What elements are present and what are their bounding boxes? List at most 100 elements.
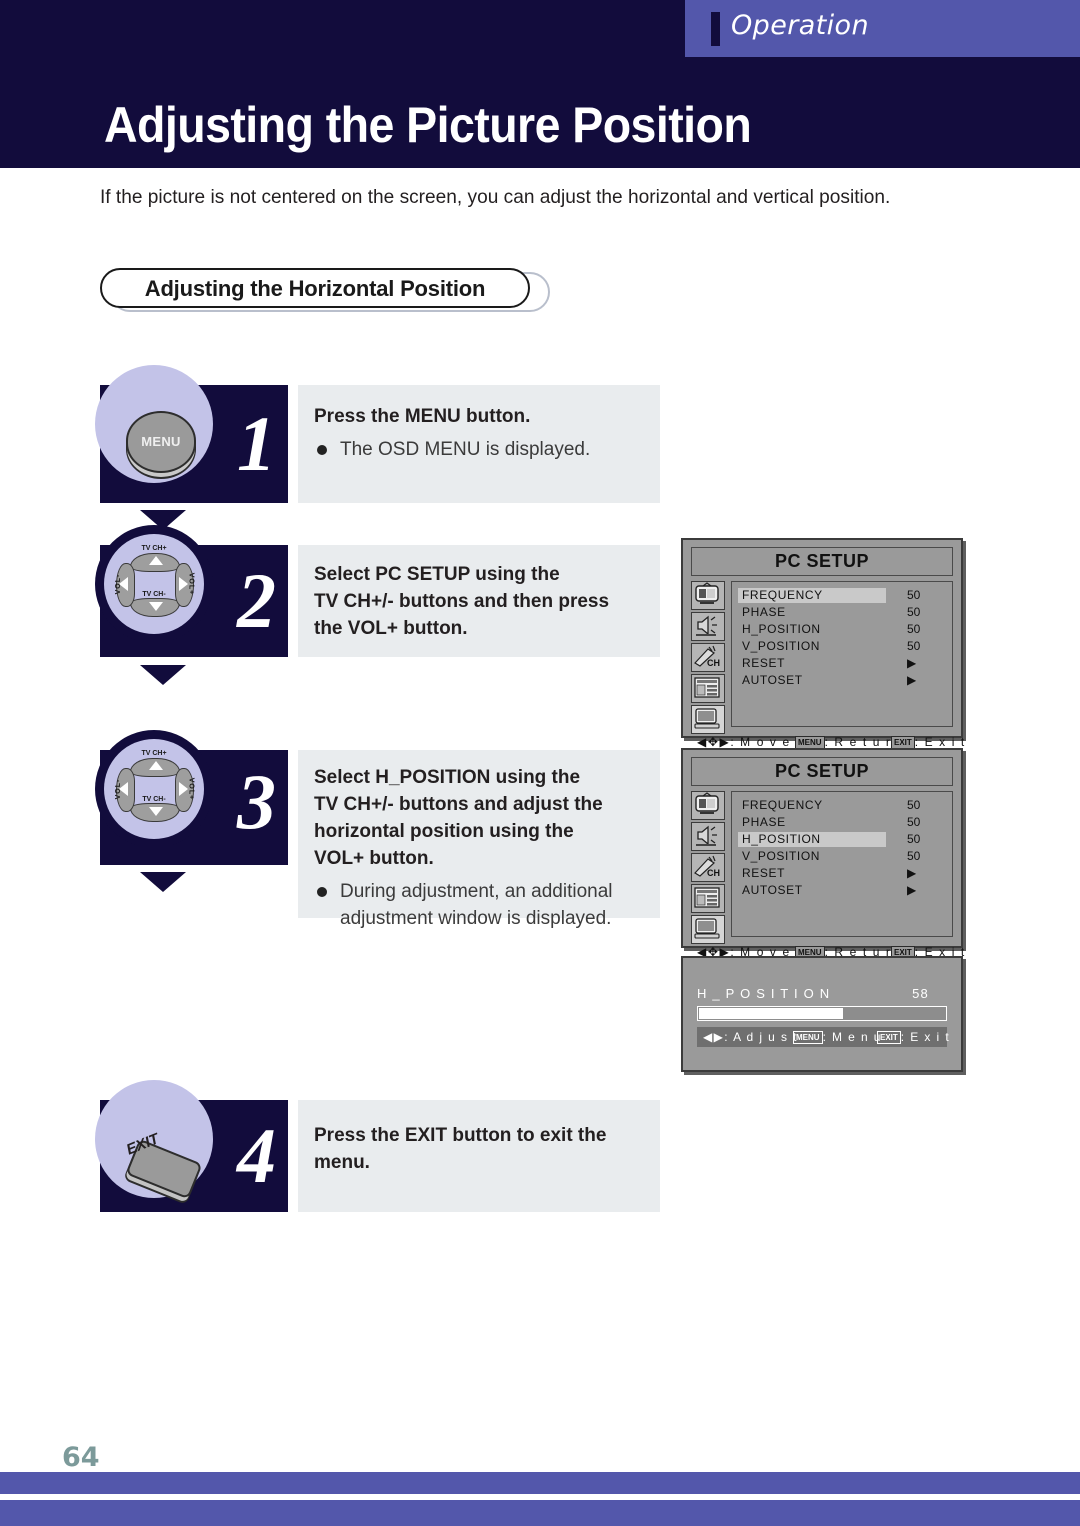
step-2-badge: TV CH+ TV CH- VOL- VOL+ 2 xyxy=(95,525,288,657)
osd-2-row-name-5: AUTOSET xyxy=(742,883,803,897)
navpad-right-label-2: VOL+ xyxy=(187,777,195,801)
function-icon-2[interactable] xyxy=(691,884,725,913)
adjust-inner: H _ P O S I T I O N 58 ◀▶: A d j u s t M… xyxy=(697,986,950,1047)
pc-icon-2[interactable] xyxy=(691,915,725,944)
osd-1-row-hposition[interactable]: H_POSITION 50 xyxy=(732,621,952,638)
speaker-icon-2[interactable] xyxy=(691,822,725,851)
adjust-hint: ◀▶: A d j u s t xyxy=(703,1027,798,1047)
step-1-bullet: The OSD MENU is displayed. xyxy=(314,436,644,463)
navpad-down-label: TV CH- xyxy=(142,591,166,598)
pc-icon[interactable] xyxy=(691,705,725,734)
osd-1-row-phase[interactable]: PHASE 50 xyxy=(732,604,952,621)
osd-window-adjust-hposition: H _ P O S I T I O N 58 ◀▶: A d j u s t M… xyxy=(681,956,963,1072)
tv-icon[interactable] xyxy=(691,581,725,610)
step-arrow-3-to-4 xyxy=(140,872,186,892)
step-1-badge: MENU 1 xyxy=(95,365,288,503)
menu-button-label: MENU xyxy=(141,434,181,449)
osd-1-exit-label: : E x i t xyxy=(914,735,966,749)
step-3-heading-line-1: Select H_POSITION using the xyxy=(314,767,581,788)
osd-2-row-arrow-4: ▶ xyxy=(907,866,917,880)
osd-2-row-phase[interactable]: PHASE 50 xyxy=(732,814,952,831)
osd-1-row-name-5: AUTOSET xyxy=(742,673,803,687)
step-1-heading: Press the MENU button. xyxy=(314,406,531,427)
osd-1-row-name-4: RESET xyxy=(742,656,786,670)
channel-icon-2[interactable]: CH xyxy=(691,853,725,882)
osd-2-row-hposition[interactable]: H_POSITION 50 xyxy=(732,831,952,848)
navpad-down-arrow-icon-2 xyxy=(149,807,163,816)
osd-1-row-reset[interactable]: RESET ▶ xyxy=(732,655,952,672)
osd-2-row-vposition[interactable]: V_POSITION 50 xyxy=(732,848,952,865)
operation-accent-bar xyxy=(711,12,720,46)
osd-2-row-autoset[interactable]: AUTOSET ▶ xyxy=(732,882,952,899)
osd-2-row-reset[interactable]: RESET ▶ xyxy=(732,865,952,882)
operation-tab-label: Operation xyxy=(731,10,869,41)
step-3-bullet-text-2: adjustment window is displayed. xyxy=(340,908,612,929)
exit-button-icon[interactable]: EXIT xyxy=(120,1118,204,1200)
speaker-icon[interactable] xyxy=(691,612,725,641)
navigation-pad-icon[interactable]: TV CH+ TV CH- VOL- VOL+ xyxy=(95,525,213,643)
navpad-up-arrow-icon-2 xyxy=(149,761,163,770)
step-4-badge: EXIT 4 xyxy=(95,1080,288,1212)
osd-2-row-value-1: 50 xyxy=(907,815,921,829)
adjust-hint-label: : A d j u s t xyxy=(724,1030,798,1044)
osd-1-row-name-0: FREQUENCY xyxy=(742,588,823,602)
osd-2-row-name-4: RESET xyxy=(742,866,786,880)
navpad-left-label: VOL- xyxy=(114,573,122,595)
exit-keycap-icon: EXIT xyxy=(891,735,915,749)
adjust-menu-label: : M e n u xyxy=(822,1030,882,1044)
move-keys-icon: ◀✥▶ xyxy=(697,735,731,749)
osd-2-row-name-2: H_POSITION xyxy=(742,832,821,846)
section-heading-pill: Adjusting the Horizontal Position xyxy=(100,268,550,312)
step-2-heading-line-1: Select PC SETUP using the xyxy=(314,564,560,585)
menu-button-icon[interactable]: MENU xyxy=(126,411,196,473)
adjust-slider-track[interactable] xyxy=(697,1006,947,1021)
step-2-heading-line-3: the VOL+ button. xyxy=(314,618,468,639)
osd-2-list: FREQUENCY 50 PHASE 50 H_POSITION 50 V_PO… xyxy=(731,791,953,937)
step-3-bullet-text-1: During adjustment, an additional xyxy=(340,881,613,902)
navpad-right-arrow-icon xyxy=(179,577,188,591)
function-icon[interactable] xyxy=(691,674,725,703)
tv-icon-2[interactable] xyxy=(691,791,725,820)
osd-2-row-value-0: 50 xyxy=(907,798,921,812)
adjust-label-row: H _ P O S I T I O N 58 xyxy=(697,986,947,1006)
adjust-keys-icon: ◀▶ xyxy=(703,1030,725,1044)
osd-window-pc-setup-2: PC SETUP CH FREQUENCY 50 PHASE 50 H_POSI… xyxy=(681,748,964,959)
navpad-right-arrow-icon-2 xyxy=(179,782,188,796)
osd-1-row-name-2: H_POSITION xyxy=(742,622,821,636)
step-3-heading-line-3: horizontal position using the xyxy=(314,821,574,842)
page-number: 64 xyxy=(62,1442,100,1473)
menu-keycap-icon-3: MENU xyxy=(793,1030,823,1044)
osd-1-row-vposition[interactable]: V_POSITION 50 xyxy=(732,638,952,655)
step-4-heading-line-2: menu. xyxy=(314,1152,370,1173)
osd-2-icon-rail: CH xyxy=(691,791,725,946)
step-1: MENU 1 Press the MENU button. The OSD ME… xyxy=(95,365,660,503)
exit-keycap-icon-3: EXIT xyxy=(877,1030,901,1044)
osd-2-row-name-0: FREQUENCY xyxy=(742,798,823,812)
adjust-footer: ◀▶: A d j u s t MENU: M e n u EXIT: E x … xyxy=(697,1027,950,1047)
adjust-slider-fill xyxy=(699,1008,843,1019)
adjust-exit-hint: EXIT: E x i t xyxy=(877,1027,950,1047)
navpad-up-arrow-icon xyxy=(149,556,163,565)
osd-1-row-autoset[interactable]: AUTOSET ▶ xyxy=(732,672,952,689)
step-1-bullets: The OSD MENU is displayed. xyxy=(314,436,644,463)
step-2: TV CH+ TV CH- VOL- VOL+ 2 Select PC SETU… xyxy=(95,525,660,657)
osd-1-icon-rail: CH xyxy=(691,581,725,736)
adjust-value: 58 xyxy=(912,986,929,1001)
step-4-body: Press the EXIT button to exit the menu. xyxy=(298,1100,660,1212)
navigation-pad-icon-2[interactable]: TV CH+ TV CH- VOL- VOL+ xyxy=(95,730,213,848)
navpad-left-label-2: VOL- xyxy=(114,778,122,800)
page-title: Adjusting the Picture Position xyxy=(104,97,752,153)
osd-2-row-name-1: PHASE xyxy=(742,815,786,829)
pill-inner-border: Adjusting the Horizontal Position xyxy=(100,268,530,308)
channel-icon[interactable]: CH xyxy=(691,643,725,672)
osd-2-row-value-3: 50 xyxy=(907,849,921,863)
osd-1-row-value-0: 50 xyxy=(907,588,921,602)
osd-2-row-name-3: V_POSITION xyxy=(742,849,821,863)
navpad-disc-2: TV CH+ TV CH- VOL- VOL+ xyxy=(104,739,204,839)
navpad-right-label: VOL+ xyxy=(187,572,195,596)
step-3-number: 3 xyxy=(237,758,276,845)
step-3-body: Select H_POSITION using the TV CH+/- but… xyxy=(298,750,660,929)
osd-2-row-frequency[interactable]: FREQUENCY 50 xyxy=(732,797,952,814)
osd-1-row-frequency[interactable]: FREQUENCY 50 xyxy=(732,587,952,604)
navpad-down-arrow-icon xyxy=(149,602,163,611)
